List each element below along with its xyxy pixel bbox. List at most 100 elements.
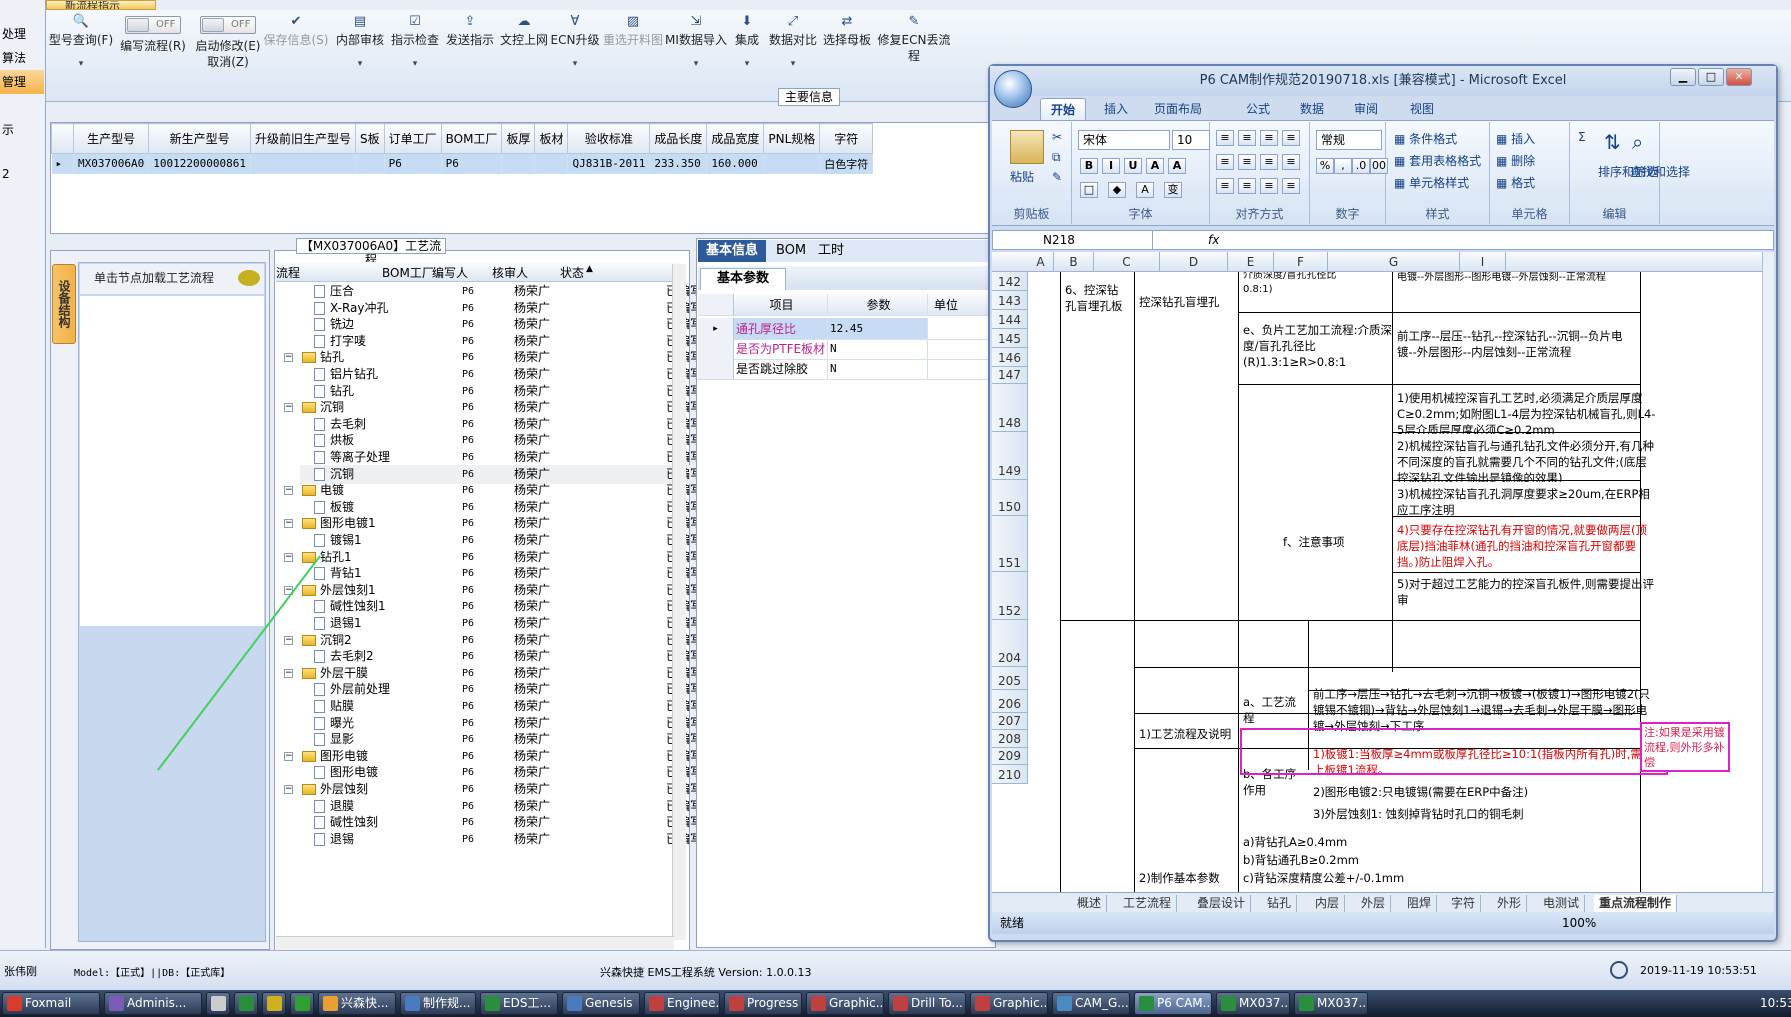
cell-note-3[interactable]: 3)机械控深钻盲孔孔洞厚度要求≥20um,在ERP相应工序注明 bbox=[1394, 484, 1660, 518]
align-icon[interactable]: ≡ bbox=[1282, 130, 1300, 146]
taskbar-button-13[interactable]: Drill To... bbox=[888, 992, 966, 1015]
toolbar-button-7[interactable]: ☁ 文控上网 bbox=[498, 14, 550, 94]
column-header-F[interactable]: F bbox=[1274, 252, 1328, 272]
align-icon[interactable]: ≡ bbox=[1282, 154, 1300, 170]
grid-cell[interactable] bbox=[534, 153, 569, 174]
row-number[interactable]: 148 bbox=[992, 384, 1028, 432]
chevron-down-icon[interactable]: ▾ bbox=[46, 56, 116, 72]
toolbar-button-4[interactable]: ▤ 内部审核 ▾ bbox=[334, 14, 386, 94]
taskbar-button-7[interactable]: 制作规... bbox=[400, 992, 476, 1015]
tab-new-process[interactable]: 新流程指示 bbox=[46, 0, 156, 10]
cell-note-4[interactable]: 4)只要存在控深钻孔有开窗的情况,就要做两层(顶底层)挡油菲林(通孔的挡油和控深… bbox=[1394, 520, 1660, 570]
paste-label[interactable]: 粘贴 bbox=[1010, 168, 1034, 185]
sheet-tab-6[interactable]: 阻焊 bbox=[1402, 895, 1438, 912]
row-number[interactable]: 204 bbox=[992, 620, 1028, 667]
tree-header-2[interactable]: 编写人 bbox=[432, 264, 468, 281]
grid-header-4[interactable]: 订单工厂 bbox=[383, 123, 442, 154]
format-painter-icon[interactable]: ✎ bbox=[1052, 170, 1062, 184]
expand-toggle-icon[interactable]: − bbox=[284, 486, 293, 496]
align-icon[interactable]: ≡ bbox=[1216, 178, 1234, 194]
cell-r210[interactable]: c)背钻深度精度公差+/-0.1mm bbox=[1240, 868, 1640, 886]
grid-header-6[interactable]: 板厚 bbox=[501, 123, 536, 154]
font-format-icon[interactable]: 变 bbox=[1164, 182, 1182, 198]
row-number[interactable]: 143 bbox=[992, 291, 1028, 310]
column-header-E[interactable]: E bbox=[1228, 252, 1274, 272]
taskbar-button-0[interactable]: Foxmail bbox=[2, 992, 100, 1015]
tab-equipment-structure[interactable]: 设备结构 bbox=[52, 264, 76, 344]
taskbar-button-8[interactable]: EDS工... bbox=[480, 992, 558, 1015]
toolbar-button-3[interactable]: ✔ 保存信息(S) bbox=[260, 14, 332, 94]
toolbar-button-12[interactable]: ⤢ 数据对比 ▾ bbox=[766, 14, 820, 94]
grid-header-3[interactable]: S板 bbox=[354, 123, 385, 154]
font-style-icon[interactable]: A bbox=[1146, 158, 1164, 174]
worksheet[interactable]: 142 143 144 145 146 147 148 149 150 151 152 204 205 2… bbox=[992, 272, 1762, 892]
row-number[interactable]: 210 bbox=[992, 765, 1028, 784]
left-tab-0[interactable]: 处理 bbox=[0, 22, 44, 46]
grid-cell[interactable]: 233.350 bbox=[649, 153, 708, 174]
grid-cell[interactable] bbox=[501, 153, 536, 174]
close-button[interactable]: ✕ bbox=[1726, 68, 1752, 86]
cell-e-partial2[interactable]: 0.8:1) bbox=[1240, 280, 1396, 296]
chevron-down-icon[interactable]: ▾ bbox=[664, 56, 728, 72]
sheet-tab-0[interactable]: 概述 bbox=[1072, 895, 1108, 912]
toolbar-button-2[interactable]: OFF 启动修改(E) 取消(Z) bbox=[192, 14, 264, 94]
row-number[interactable]: 151 bbox=[992, 516, 1028, 572]
font-style-icon[interactable]: U bbox=[1124, 158, 1142, 174]
font-format-icon[interactable]: A bbox=[1136, 182, 1154, 198]
params-row[interactable]: 是否跳过除胶 N bbox=[698, 358, 996, 380]
taskbar-button-4[interactable] bbox=[262, 992, 286, 1015]
grid-cell[interactable]: 10012200000861 bbox=[148, 153, 251, 174]
cut-icon[interactable]: ✂ bbox=[1052, 130, 1062, 144]
row-number[interactable]: 209 bbox=[992, 748, 1028, 765]
params-row[interactable]: 是否为PTFE板材 N bbox=[698, 338, 996, 360]
column-header-D[interactable]: D bbox=[1160, 252, 1228, 272]
toolbar-button-5[interactable]: ☑ 指示检查 ▾ bbox=[388, 14, 442, 94]
font-format-icon[interactable]: ◆ bbox=[1108, 182, 1126, 198]
taskbar-button-5[interactable] bbox=[290, 992, 314, 1015]
toolbar-button-6[interactable]: ⇪ 发送指示 bbox=[444, 14, 496, 94]
style-item-0[interactable]: ▦ 条件格式 bbox=[1394, 130, 1457, 147]
comment-icon[interactable] bbox=[238, 270, 260, 286]
tab-basic-params[interactable]: 基本参数 bbox=[700, 268, 786, 290]
sheet-tab-8[interactable]: 外形 bbox=[1492, 895, 1528, 912]
grid-cell[interactable] bbox=[763, 153, 821, 174]
cell-a-text[interactable]: 前工序→层压→钻孔→去毛刺→沉铜→板镀→(板镀1)→图形电镀2(只镀锡不镀铜)→… bbox=[1310, 684, 1660, 734]
number-format-icon[interactable]: , bbox=[1334, 158, 1352, 174]
toolbar-button-0[interactable]: 🔍 型号查询(F) ▾ bbox=[46, 14, 116, 94]
toolbar-button-11[interactable]: ⬇ 集成 ▾ bbox=[730, 14, 764, 94]
basic-tab-2[interactable]: 工时 bbox=[810, 240, 852, 262]
params-value[interactable]: N bbox=[828, 338, 928, 360]
cell-r209[interactable]: b)背钻通孔B≥0.2mm bbox=[1240, 850, 1640, 868]
cell-f-label[interactable]: f、注意事项 bbox=[1280, 532, 1400, 552]
grid-header-9[interactable]: 成品长度 bbox=[649, 123, 708, 154]
sheet-tab-1[interactable]: 工艺流程 bbox=[1118, 895, 1178, 912]
taskbar-button-9[interactable]: Genesis bbox=[562, 992, 640, 1015]
grid-header-7[interactable]: 板材 bbox=[534, 123, 569, 154]
name-box[interactable]: N218 bbox=[993, 231, 1153, 249]
cell-g-partial[interactable]: 电镀--外层图形--图形电镀--外层蚀刻--正常流程 bbox=[1394, 272, 1624, 302]
font-name-box[interactable]: 宋体 bbox=[1078, 130, 1170, 150]
cell-g-e[interactable]: 前工序--层压--钻孔--控深钻孔--沉铜--负片电镀--外层图形--内层蚀刻-… bbox=[1394, 326, 1640, 366]
toolbar-button-9[interactable]: ▨ 重选开料图 bbox=[602, 14, 664, 94]
basic-tab-1[interactable]: BOM bbox=[768, 240, 814, 262]
grid-header-1[interactable]: 新生产型号 bbox=[148, 123, 251, 154]
tree-row[interactable]: 退锡P6杨荣广已编写 bbox=[300, 830, 702, 849]
toolbar-button-13[interactable]: ⇄ 选择母板 bbox=[822, 14, 872, 94]
tree-header-3[interactable]: 核审人 bbox=[492, 264, 528, 281]
grid-header-12[interactable]: 字符 bbox=[819, 123, 874, 154]
basic-tab-0[interactable]: 基本信息 bbox=[698, 240, 767, 262]
sheet-tab-5[interactable]: 外层 bbox=[1356, 895, 1392, 912]
grid-header-0[interactable]: 生产型号 bbox=[72, 123, 150, 154]
font-style-icon[interactable]: A bbox=[1168, 158, 1186, 174]
cell-item-2[interactable]: ▦ 格式 bbox=[1496, 174, 1535, 191]
cell-b-section[interactable]: 6、控深钻孔盲埋孔板 bbox=[1062, 280, 1132, 320]
row-number[interactable]: 149 bbox=[992, 432, 1028, 480]
chevron-down-icon[interactable]: ▾ bbox=[766, 56, 820, 72]
taskbar-button-16[interactable]: P6 CAM... bbox=[1134, 992, 1212, 1015]
excel-tab-6[interactable]: 视图 bbox=[1400, 98, 1444, 120]
left-tab-2[interactable]: 管理 bbox=[0, 70, 44, 94]
grid-header-11[interactable]: PNL规格 bbox=[763, 123, 821, 154]
column-header-A[interactable]: A bbox=[1028, 252, 1054, 272]
sheet-tab-2[interactable]: 叠层设计 bbox=[1192, 895, 1252, 912]
row-number[interactable]: 205 bbox=[992, 667, 1028, 690]
